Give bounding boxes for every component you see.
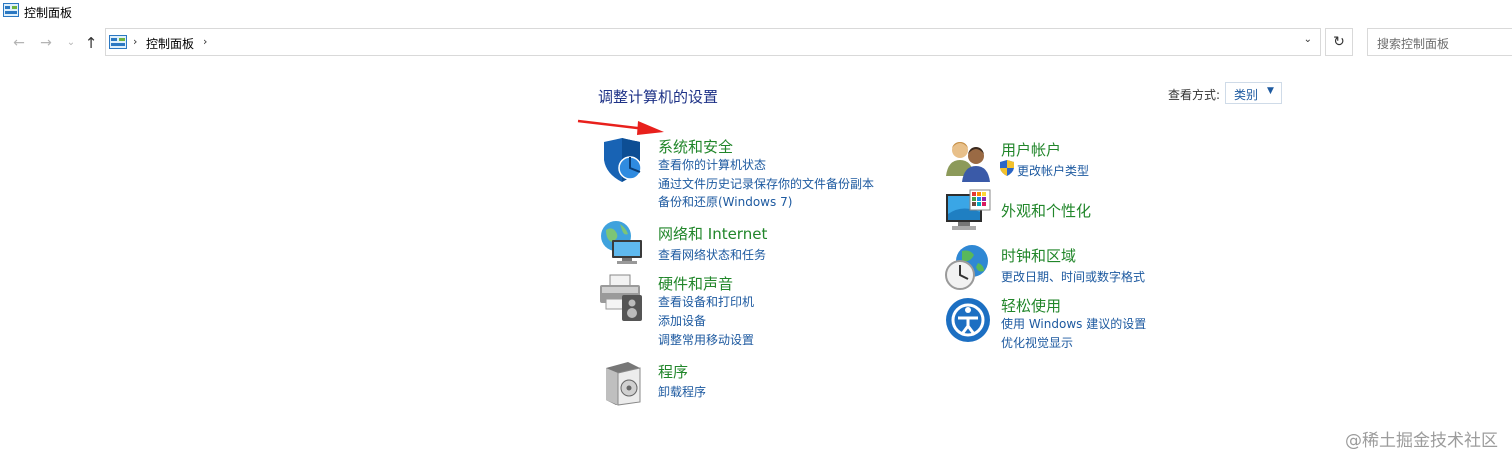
recent-locations-button[interactable]: ⌄ bbox=[62, 34, 80, 52]
view-by-label: 查看方式: bbox=[1168, 88, 1221, 102]
address-bar[interactable]: › 控制面板 › ⌄ bbox=[105, 28, 1321, 56]
link-network-status[interactable]: 查看网络状态和任务 bbox=[658, 246, 766, 263]
breadcrumb-separator[interactable]: › bbox=[203, 35, 207, 48]
breadcrumb-control-panel[interactable]: 控制面板 bbox=[146, 35, 194, 52]
category-clock-region[interactable]: 时钟和区域 bbox=[1001, 245, 1076, 266]
dropdown-arrow-icon: ▼ bbox=[1267, 86, 1274, 96]
title-bar: 控制面板 bbox=[0, 0, 1512, 26]
link-change-account-type[interactable]: 更改帐户类型 bbox=[1017, 162, 1089, 179]
breadcrumb-separator[interactable]: › bbox=[133, 35, 137, 48]
link-recommended-settings[interactable]: 使用 Windows 建议的设置 bbox=[1001, 315, 1146, 332]
view-by-value: 类别 bbox=[1234, 88, 1259, 102]
address-dropdown-button[interactable]: ⌄ bbox=[1304, 34, 1312, 45]
link-mobility-settings[interactable]: 调整常用移动设置 bbox=[658, 331, 754, 348]
link-add-device[interactable]: 添加设备 bbox=[658, 312, 706, 329]
forward-button[interactable]: → bbox=[37, 34, 55, 52]
link-change-date-time-format[interactable]: 更改日期、时间或数字格式 bbox=[1001, 268, 1145, 285]
back-button[interactable]: ← bbox=[10, 34, 28, 52]
search-placeholder: 搜索控制面板 bbox=[1377, 37, 1450, 51]
category-ease-of-access[interactable]: 轻松使用 bbox=[1001, 295, 1061, 316]
link-optimize-visual-display[interactable]: 优化视觉显示 bbox=[1001, 334, 1073, 351]
category-user-accounts[interactable]: 用户帐户 bbox=[1001, 139, 1061, 160]
page-title: 调整计算机的设置 bbox=[598, 88, 719, 106]
category-hardware-sound[interactable]: 硬件和声音 bbox=[658, 273, 733, 294]
link-devices-printers[interactable]: 查看设备和打印机 bbox=[658, 293, 754, 310]
refresh-button[interactable]: ↻ bbox=[1325, 28, 1353, 56]
link-uninstall-program[interactable]: 卸载程序 bbox=[658, 383, 706, 400]
monitor-palette-icon[interactable] bbox=[944, 188, 992, 236]
shield-icon[interactable] bbox=[598, 136, 646, 184]
link-file-history-backup[interactable]: 通过文件历史记录保存你的文件备份副本 bbox=[658, 175, 874, 192]
up-button[interactable]: ↑ bbox=[82, 34, 100, 52]
annotation-arrow-icon bbox=[577, 119, 664, 135]
network-globe-icon[interactable] bbox=[598, 218, 646, 266]
category-appearance-personalization[interactable]: 外观和个性化 bbox=[1001, 200, 1091, 221]
watermark-text: @稀土掘金技术社区 bbox=[1345, 431, 1498, 451]
control-panel-icon bbox=[3, 3, 19, 17]
search-input[interactable]: 搜索控制面板 bbox=[1367, 28, 1512, 56]
view-by-dropdown[interactable]: 类别 ▼ bbox=[1225, 82, 1282, 104]
clock-globe-icon[interactable] bbox=[944, 243, 992, 291]
printer-speaker-icon[interactable] bbox=[598, 273, 646, 321]
uac-shield-icon bbox=[1000, 160, 1014, 176]
link-backup-restore[interactable]: 备份和还原(Windows 7) bbox=[658, 193, 792, 210]
window-title: 控制面板 bbox=[24, 6, 73, 20]
control-panel-icon bbox=[109, 35, 127, 49]
programs-box-icon[interactable] bbox=[598, 358, 646, 406]
users-icon[interactable] bbox=[944, 136, 992, 184]
category-system-security[interactable]: 系统和安全 bbox=[658, 136, 733, 157]
category-programs[interactable]: 程序 bbox=[658, 361, 688, 382]
link-view-computer-status[interactable]: 查看你的计算机状态 bbox=[658, 156, 766, 173]
ease-of-access-icon[interactable] bbox=[944, 296, 992, 344]
category-network-internet[interactable]: 网络和 Internet bbox=[658, 223, 767, 244]
